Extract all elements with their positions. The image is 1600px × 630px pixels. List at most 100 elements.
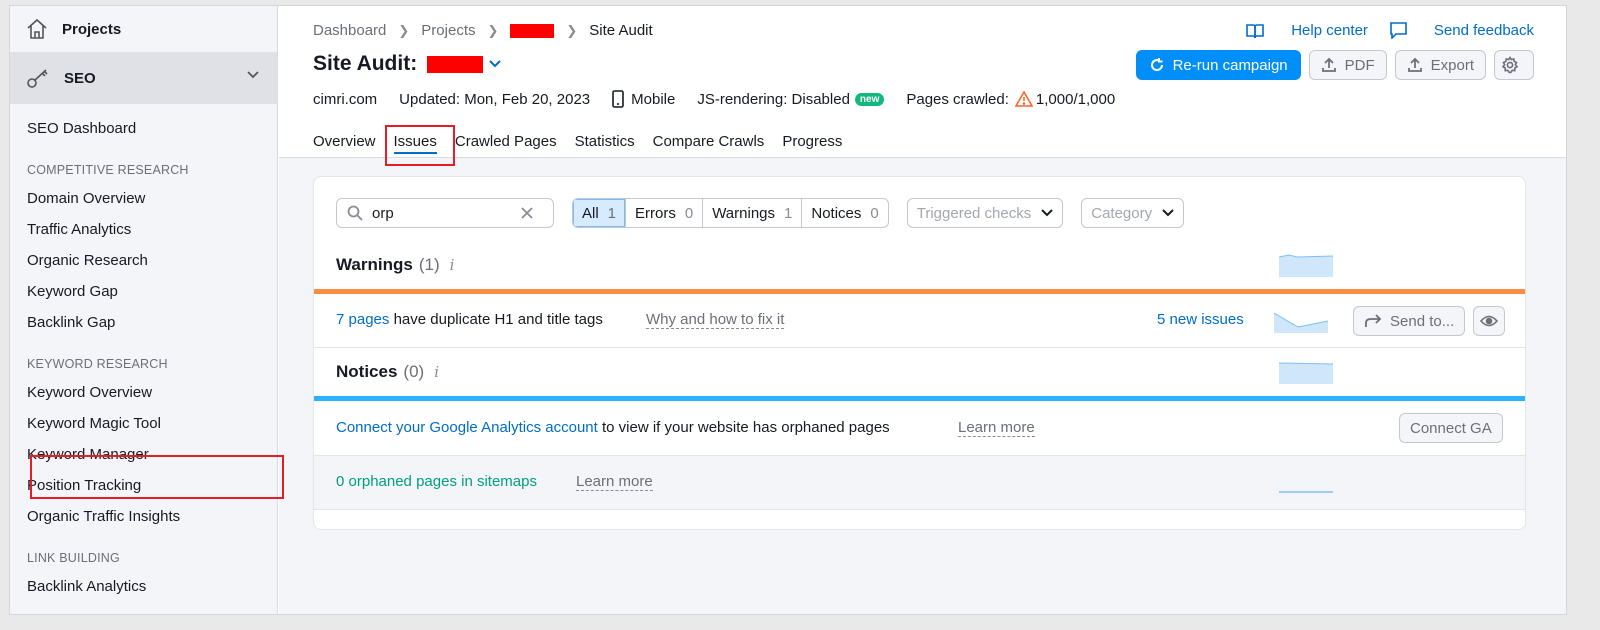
breadcrumb-separator-icon: ❯ [566, 22, 578, 38]
sidebar-item-backlink-gap[interactable]: Backlink Gap [10, 307, 277, 338]
share-arrow-icon [1365, 314, 1382, 327]
notices-group-title: Notices (0) i [336, 362, 439, 382]
orphaned-pages-text[interactable]: 0 orphaned pages in sitemaps [336, 473, 537, 490]
filter-all[interactable]: All 1 [573, 199, 627, 227]
device-text: Mobile [631, 90, 676, 108]
sidebar-item-organic-research[interactable]: Organic Research [10, 245, 277, 276]
settings-button[interactable] [1494, 50, 1534, 80]
sidebar-item-traffic-analytics[interactable]: Traffic Analytics [10, 214, 277, 245]
tab-overview[interactable]: Overview [313, 133, 376, 157]
sidebar-item-keyword-overview[interactable]: Keyword Overview [10, 377, 277, 408]
export-button[interactable]: Export [1394, 50, 1486, 80]
orphaned-learn-more-link[interactable]: Learn more [576, 473, 653, 491]
sidebar-projects-label: Projects [62, 20, 122, 38]
orphaned-pages-highlight-box [30, 455, 284, 499]
filter-bar: orp All 1 Errors 0 Warnings 1 Notices 0 … [336, 198, 1185, 228]
send-to-button[interactable]: Send to... [1353, 306, 1466, 336]
hide-issue-button[interactable] [1473, 306, 1505, 336]
key-icon [27, 69, 48, 88]
new-issues-link[interactable]: 5 new issues [1157, 311, 1244, 328]
filter-errors-label: Errors [635, 204, 676, 222]
sidebar-item-domain-overview[interactable]: Domain Overview [10, 183, 277, 214]
chevron-down-icon[interactable] [247, 71, 259, 79]
header-actions: Re-run campaign PDF Export [1135, 50, 1534, 80]
chat-icon [1390, 22, 1407, 39]
sidebar-item-keyword-magic-tool[interactable]: Keyword Magic Tool [10, 408, 277, 439]
close-icon[interactable] [520, 206, 534, 220]
chevron-down-icon[interactable] [489, 60, 501, 68]
breadcrumb-site-audit: Site Audit [589, 22, 653, 39]
sidebar-seo[interactable]: SEO [10, 52, 277, 104]
info-icon[interactable]: i [434, 363, 439, 381]
connect-ga-link[interactable]: Connect your Google Analytics account [336, 419, 598, 436]
sidebar-section-competitive-research: COMPETITIVE RESEARCH [27, 163, 189, 177]
filter-notices[interactable]: Notices 0 [802, 199, 887, 227]
search-value: orp [372, 204, 394, 222]
upload-icon [1407, 57, 1422, 72]
pdf-button[interactable]: PDF [1308, 50, 1387, 80]
breadcrumb: Dashboard ❯ Projects ❯ ❯ Site Audit [313, 22, 653, 39]
header-links: Help center Send feedback [1224, 22, 1534, 39]
upload-icon [1321, 57, 1336, 72]
page-title: Site Audit: [313, 52, 501, 76]
filter-warnings[interactable]: Warnings 1 [703, 199, 803, 227]
help-center-link[interactable]: Help center [1246, 22, 1368, 39]
pages-crawled-info: Pages crawled: 1,000/1,000 [906, 91, 1115, 108]
filter-notices-label: Notices [811, 204, 862, 222]
mobile-icon [612, 90, 624, 108]
sidebar: Projects SEO SEO Dashboard COMPETITIVE R… [10, 6, 278, 614]
redacted-project-name [510, 23, 555, 38]
issues-card: orp All 1 Errors 0 Warnings 1 Notices 0 … [313, 176, 1526, 530]
orphaned-trend-sparkline [1279, 491, 1333, 493]
chevron-down-icon [1162, 209, 1174, 217]
triggered-checks-select[interactable]: Triggered checks [906, 198, 1064, 228]
rerun-campaign-button[interactable]: Re-run campaign [1135, 50, 1301, 80]
filter-errors[interactable]: Errors 0 [626, 199, 704, 227]
learn-more-link[interactable]: Learn more [958, 419, 1035, 437]
info-icon[interactable]: i [450, 256, 455, 274]
filter-errors-count: 0 [684, 204, 694, 222]
app-window: Projects SEO SEO Dashboard COMPETITIVE R… [9, 5, 1567, 615]
updated-text: Updated: Mon, Feb 20, 2023 [399, 90, 591, 108]
issues-tab-highlight-box [385, 125, 455, 166]
tab-statistics[interactable]: Statistics [575, 133, 635, 157]
send-feedback-link[interactable]: Send feedback [1390, 22, 1534, 39]
domain-text: cimri.com [313, 90, 378, 108]
warnings-title: Warnings [336, 255, 413, 274]
ga-connect-row: Connect your Google Analytics account to… [314, 401, 1525, 456]
breadcrumb-separator-icon: ❯ [398, 22, 410, 38]
main-content: Dashboard ❯ Projects ❯ ❯ Site Audit Site… [279, 6, 1566, 614]
sidebar-item-backlink-analytics[interactable]: Backlink Analytics [10, 571, 277, 602]
pages-crawled-label: Pages crawled: [906, 90, 1009, 108]
sidebar-projects[interactable]: Projects [10, 6, 277, 52]
warning-triangle-icon [1014, 91, 1033, 107]
warnings-group-title: Warnings (1) i [336, 255, 454, 275]
breadcrumb-dashboard[interactable]: Dashboard [313, 22, 386, 39]
why-how-fix-link[interactable]: Why and how to fix it [646, 311, 785, 329]
sidebar-item-keyword-gap[interactable]: Keyword Gap [10, 276, 277, 307]
sidebar-item-seo-dashboard[interactable]: SEO Dashboard [10, 113, 277, 144]
breadcrumb-projects[interactable]: Projects [421, 22, 475, 39]
category-select[interactable]: Category [1081, 198, 1185, 228]
tab-crawled-pages[interactable]: Crawled Pages [455, 133, 557, 157]
book-icon [1246, 23, 1265, 38]
audit-meta: cimri.com Updated: Mon, Feb 20, 2023 Mob… [313, 90, 1137, 108]
issue-pages-link[interactable]: 7 pages [336, 311, 389, 328]
pages-crawled-value: 1,000/1,000 [1035, 90, 1116, 108]
search-input[interactable]: orp [336, 198, 554, 228]
filter-notices-count: 0 [870, 204, 879, 222]
sidebar-section-keyword-research: KEYWORD RESEARCH [27, 357, 168, 371]
issue-text: have duplicate H1 and title tags [393, 311, 603, 328]
issue-trend-sparkline [1274, 312, 1328, 333]
redacted-project-name [427, 55, 484, 73]
js-rendering-text: JS-rendering: Disabled [697, 90, 850, 108]
filter-all-label: All [582, 204, 599, 222]
js-rendering-info: JS-rendering: Disabled new [697, 90, 885, 108]
page-title-text: Site Audit: [313, 52, 418, 75]
tab-progress[interactable]: Progress [782, 133, 842, 157]
page-header: Dashboard ❯ Projects ❯ ❯ Site Audit Site… [279, 6, 1566, 166]
sidebar-item-organic-traffic-insights[interactable]: Organic Traffic Insights [10, 501, 277, 532]
search-icon [347, 205, 363, 221]
connect-ga-button[interactable]: Connect GA [1399, 413, 1503, 443]
tab-compare-crawls[interactable]: Compare Crawls [653, 133, 765, 157]
